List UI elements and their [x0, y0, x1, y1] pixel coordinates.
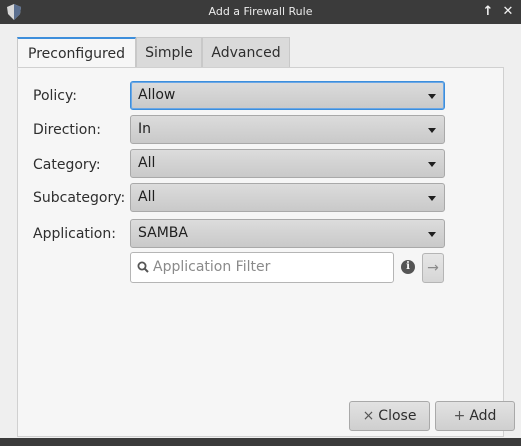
title-bar: Add a Firewall Rule ↑ ✕ — [0, 0, 521, 24]
tab-simple[interactable]: Simple — [136, 37, 202, 67]
policy-value: Allow — [138, 87, 176, 103]
filter-placeholder: Application Filter — [153, 259, 271, 275]
search-icon — [137, 261, 149, 273]
direction-value: In — [138, 121, 152, 137]
arrow-right-icon: → — [427, 260, 439, 276]
category-value: All — [138, 155, 156, 171]
subcategory-value: All — [138, 189, 156, 205]
close-icon: × — [362, 408, 375, 424]
window-title: Add a Firewall Rule — [208, 5, 313, 18]
policy-select[interactable]: Allow — [130, 81, 445, 110]
application-value: SAMBA — [138, 225, 188, 241]
close-button[interactable]: × Close — [349, 401, 430, 431]
application-select[interactable]: SAMBA — [130, 219, 445, 248]
chevron-down-icon — [428, 94, 436, 99]
add-button[interactable]: + Add — [435, 401, 515, 431]
info-icon[interactable]: i — [401, 260, 415, 274]
application-label: Application: — [33, 226, 116, 242]
direction-select[interactable]: In — [130, 115, 445, 144]
subcategory-select[interactable]: All — [130, 183, 445, 212]
plus-icon: + — [453, 408, 466, 424]
chevron-down-icon — [428, 128, 436, 133]
close-window-button[interactable]: ✕ — [499, 2, 517, 22]
chevron-down-icon — [428, 232, 436, 237]
subcategory-label: Subcategory: — [33, 190, 126, 206]
tab-advanced[interactable]: Advanced — [202, 37, 290, 67]
add-label: Add — [469, 408, 497, 424]
policy-label: Policy: — [33, 88, 77, 104]
firewall-rule-dialog: Add a Firewall Rule ↑ ✕ Preconfigured Si… — [0, 0, 521, 446]
keep-above-button[interactable]: ↑ — [479, 2, 497, 22]
direction-label: Direction: — [33, 122, 101, 138]
arrow-right-button[interactable]: → — [422, 253, 444, 283]
close-label: Close — [378, 408, 417, 424]
application-filter-input[interactable]: Application Filter — [130, 252, 394, 283]
window-bottom-edge — [0, 438, 521, 446]
tab-preconfigured[interactable]: Preconfigured — [17, 37, 136, 68]
category-label: Category: — [33, 157, 101, 173]
category-select[interactable]: All — [130, 149, 445, 178]
chevron-down-icon — [428, 196, 436, 201]
chevron-down-icon — [428, 162, 436, 167]
